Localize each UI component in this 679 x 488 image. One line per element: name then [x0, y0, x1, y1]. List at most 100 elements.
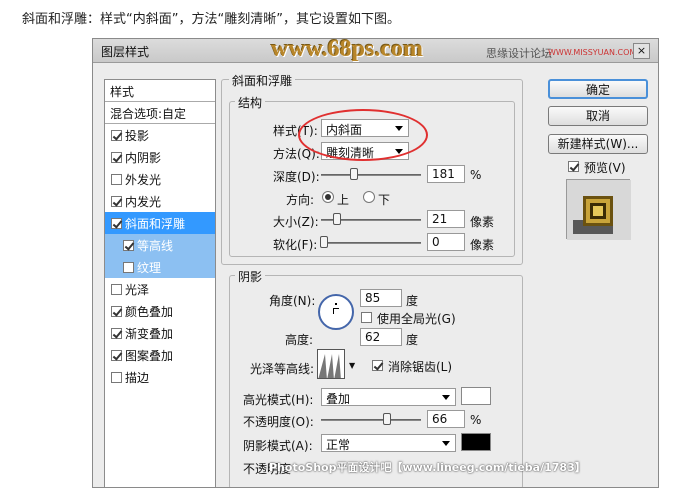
watermark-site: WWW.MISSYUAN.COM	[548, 48, 637, 57]
contour-dropdown-icon[interactable]: ▼	[349, 361, 355, 370]
global-light-label: 使用全局光(G)	[377, 312, 456, 326]
shadow-color-swatch[interactable]	[461, 433, 491, 451]
style-item-checkbox[interactable]	[111, 195, 122, 207]
watermark: www.68ps.com	[271, 38, 424, 62]
footer-watermark: PhotoShop平面设计吧【www.lineeg.com/tieba/1783…	[269, 461, 586, 474]
style-item[interactable]: 颜色叠加	[105, 300, 215, 322]
shadow-mode-label: 阴影模式(A):	[243, 439, 313, 453]
highlight-mode-select[interactable]: 叠加	[321, 388, 456, 406]
new-style-button[interactable]: 新建样式(W)...	[548, 134, 648, 154]
altitude-input[interactable]: 62	[360, 328, 402, 346]
preview-checkbox[interactable]	[568, 161, 579, 172]
soften-slider[interactable]	[321, 242, 421, 244]
style-item-label: 纹理	[137, 260, 162, 275]
soften-slider-thumb[interactable]	[320, 236, 328, 248]
watermark-forum: 思缘设计论坛	[486, 47, 552, 60]
altitude-unit: 度	[406, 333, 419, 347]
highlight-opacity-label: 不透明度(O):	[243, 415, 314, 429]
style-item[interactable]: 内发光	[105, 190, 215, 212]
style-item-label: 渐变叠加	[125, 326, 174, 341]
angle-input[interactable]: 85	[360, 289, 402, 307]
style-item-label: 等高线	[137, 238, 174, 253]
style-item[interactable]: 纹理	[105, 256, 215, 278]
style-item-label: 内阴影	[125, 150, 162, 165]
direction-down-radio[interactable]	[363, 191, 375, 203]
structure-title: 结构	[235, 94, 266, 111]
style-item-checkbox[interactable]	[111, 349, 122, 361]
size-unit: 像素	[470, 215, 495, 229]
style-item-checkbox[interactable]	[111, 327, 122, 339]
style-item-label: 投影	[125, 128, 150, 143]
style-item[interactable]: 描边	[105, 366, 215, 388]
style-item[interactable]: 等高线	[105, 234, 215, 256]
preview-thumbnail-icon	[567, 180, 631, 240]
style-item-label: 颜色叠加	[125, 304, 174, 319]
angle-label: 角度(N):	[269, 294, 316, 308]
global-light-checkbox[interactable]	[361, 312, 372, 323]
direction-up-label: 上	[337, 193, 350, 207]
highlight-mode-label: 高光模式(H):	[243, 393, 314, 407]
antialias-checkbox[interactable]	[372, 360, 383, 371]
style-item[interactable]: 投影	[105, 124, 215, 146]
style-item-checkbox[interactable]	[111, 371, 122, 383]
gloss-contour-picker[interactable]	[317, 349, 345, 379]
highlight-opacity-unit: %	[470, 413, 482, 427]
style-item[interactable]: 光泽	[105, 278, 215, 300]
style-item[interactable]: 渐变叠加	[105, 322, 215, 344]
depth-slider-thumb[interactable]	[350, 168, 358, 180]
close-icon: ×	[636, 44, 647, 57]
style-item[interactable]: 斜面和浮雕	[105, 212, 215, 234]
style-item-checkbox[interactable]	[123, 239, 134, 251]
shadow-mode-select[interactable]: 正常	[321, 434, 456, 452]
soften-unit: 像素	[470, 238, 495, 252]
gloss-contour-label: 光泽等高线:	[250, 362, 315, 376]
styles-header[interactable]: 样式	[105, 80, 215, 102]
style-item[interactable]: 图案叠加	[105, 344, 215, 366]
style-item-checkbox[interactable]	[111, 151, 122, 163]
shading-title: 阴影	[235, 268, 266, 285]
depth-input[interactable]: 181	[427, 165, 465, 183]
title-bar: 图层样式 www.68ps.com 思缘设计论坛 WWW.MISSYUAN.CO…	[93, 39, 658, 63]
highlight-opacity-thumb[interactable]	[383, 413, 391, 425]
altitude-label: 高度:	[285, 333, 314, 347]
size-input[interactable]: 21	[427, 210, 465, 228]
depth-unit: %	[470, 168, 482, 182]
soften-label: 软化(F):	[273, 238, 318, 252]
antialias-label: 消除锯齿(L)	[388, 360, 453, 374]
style-item-checkbox[interactable]	[111, 305, 122, 317]
highlight-opacity-slider[interactable]	[321, 419, 421, 421]
blending-options[interactable]: 混合选项:自定	[105, 102, 215, 124]
cancel-button[interactable]: 取消	[548, 106, 648, 126]
layer-style-dialog: 图层样式 www.68ps.com 思缘设计论坛 WWW.MISSYUAN.CO…	[92, 38, 659, 488]
soften-input[interactable]: 0	[427, 233, 465, 251]
direction-up-radio[interactable]	[322, 191, 334, 203]
style-item-checkbox[interactable]	[111, 129, 122, 141]
style-item-label: 图案叠加	[125, 348, 174, 363]
size-slider-thumb[interactable]	[333, 213, 341, 225]
style-item-checkbox[interactable]	[123, 261, 134, 273]
direction-down-label: 下	[378, 193, 391, 207]
style-item-label: 外发光	[125, 172, 162, 187]
angle-dial[interactable]	[318, 294, 354, 330]
angle-center	[333, 308, 339, 314]
style-item-label: 描边	[125, 370, 150, 385]
close-button[interactable]: ×	[633, 43, 650, 59]
style-list: 样式 混合选项:自定 投影内阴影外发光内发光斜面和浮雕等高线纹理光泽颜色叠加渐变…	[104, 79, 216, 487]
style-item[interactable]: 外发光	[105, 168, 215, 190]
style-item-checkbox[interactable]	[111, 173, 122, 185]
dialog-title: 图层样式	[101, 45, 150, 59]
style-item-checkbox[interactable]	[111, 217, 122, 229]
style-preview	[566, 179, 631, 240]
style-item[interactable]: 内阴影	[105, 146, 215, 168]
size-label: 大小(Z):	[273, 215, 319, 229]
style-item-label: 斜面和浮雕	[125, 216, 186, 231]
highlight-color-swatch[interactable]	[461, 387, 491, 405]
depth-slider[interactable]	[321, 174, 421, 176]
caption: 斜面和浮雕：样式“内斜面”，方法“雕刻清晰”，其它设置如下图。	[22, 12, 400, 27]
angle-unit: 度	[406, 294, 419, 308]
highlight-oval	[298, 109, 428, 161]
style-item-checkbox[interactable]	[111, 283, 122, 295]
ok-button[interactable]: 确定	[548, 79, 648, 99]
style-item-label: 内发光	[125, 194, 162, 209]
highlight-opacity-input[interactable]: 66	[427, 410, 465, 428]
